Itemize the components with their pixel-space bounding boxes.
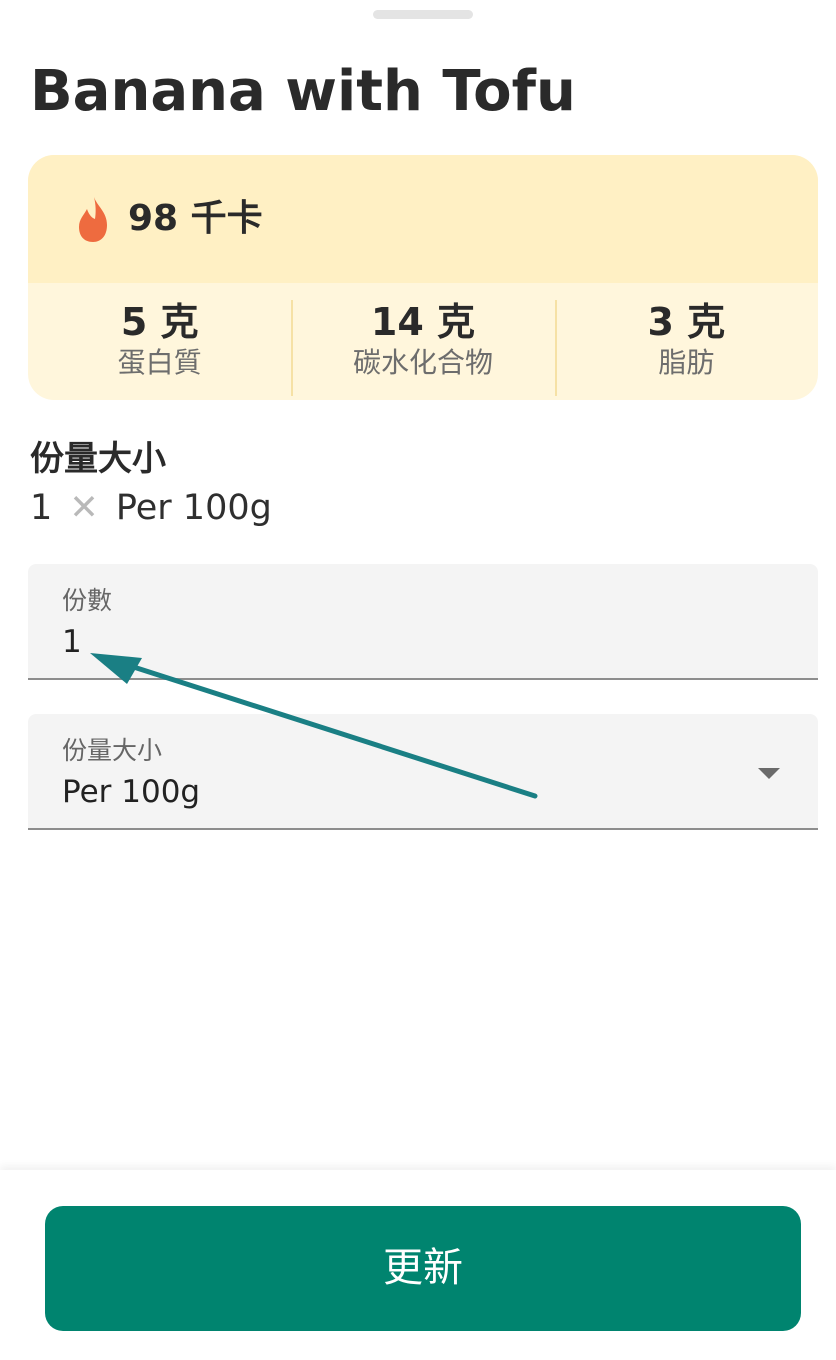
servings-field-label: 份數 — [62, 586, 113, 615]
flame-icon — [79, 197, 107, 242]
macro-carbs-label: 碳水化合物 — [352, 346, 493, 379]
macro-carbs: 14 克 碳水化合物 — [291, 283, 554, 400]
calories-row: 98 千卡 — [28, 155, 818, 283]
bottom-sheet: Banana with Tofu 98 千卡 5 克 蛋白質 14 克 碳水化合… — [0, 0, 836, 1360]
chevron-down-icon[interactable] — [758, 768, 780, 779]
serving-summary-unit: Per 100g — [115, 488, 272, 528]
macro-fat-label: 脂肪 — [658, 346, 715, 379]
macro-protein-value: 5 克 — [120, 300, 199, 344]
food-title: Banana with Tofu — [30, 59, 576, 124]
serving-size-field-label: 份量大小 — [62, 736, 163, 765]
macro-fat-value: 3 克 — [647, 300, 726, 344]
macro-protein-label: 蛋白質 — [117, 346, 202, 379]
nutrition-card: 98 千卡 5 克 蛋白質 14 克 碳水化合物 3 克 脂肪 — [28, 155, 818, 400]
calories-value: 98 千卡 — [128, 198, 263, 239]
drag-handle[interactable] — [373, 10, 473, 19]
times-icon: ✕ — [69, 488, 99, 528]
macro-carbs-value: 14 克 — [370, 300, 476, 344]
servings-input[interactable] — [62, 620, 742, 664]
serving-summary-count: 1 — [30, 488, 53, 528]
bottom-action-bar: 更新 — [0, 1170, 836, 1360]
macro-protein: 5 克 蛋白質 — [28, 283, 291, 400]
serving-size-heading: 份量大小 — [30, 439, 166, 479]
update-button[interactable]: 更新 — [45, 1206, 801, 1331]
servings-field[interactable]: 份數 — [28, 564, 818, 680]
macro-fat: 3 克 脂肪 — [554, 283, 818, 400]
serving-summary: 1 ✕ Per 100g — [30, 484, 272, 532]
serving-size-selected[interactable]: Per 100g — [62, 770, 200, 814]
macros-row: 5 克 蛋白質 14 克 碳水化合物 3 克 脂肪 — [28, 283, 818, 400]
serving-size-select[interactable]: 份量大小 Per 100g — [28, 714, 818, 830]
